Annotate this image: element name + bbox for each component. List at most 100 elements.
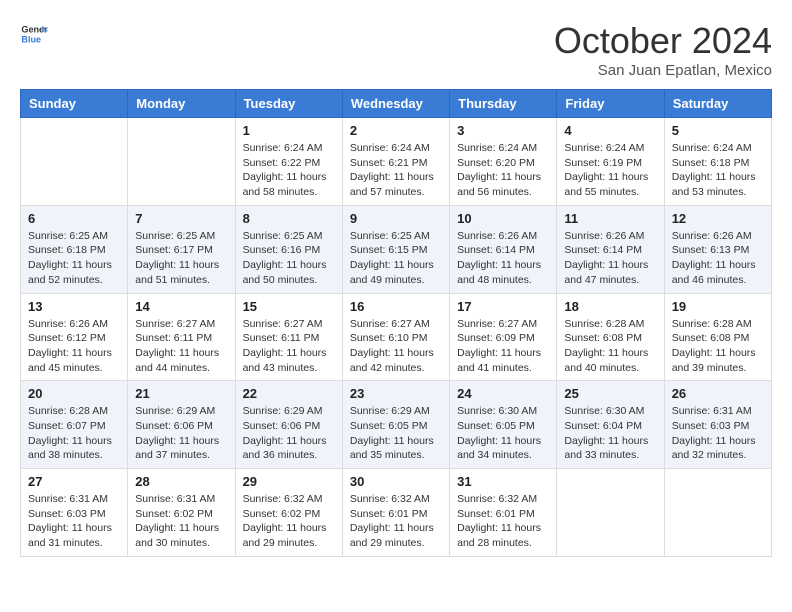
- calendar-day-cell: 1Sunrise: 6:24 AM Sunset: 6:22 PM Daylig…: [235, 118, 342, 206]
- calendar-day-cell: 10 Sunrise: 6:26 AM Sunset: 6:14 PM Dayli…: [450, 205, 557, 293]
- day-info: Sunrise: 6:26 AM Sunset: 6:14 PM Dayligh…: [457, 229, 549, 288]
- day-number: 10: [457, 211, 549, 226]
- day-info: Sunrise: 6:31 AM Sunset: 6:02 PM Dayligh…: [135, 492, 227, 551]
- day-number: 18: [564, 299, 656, 314]
- day-info: Sunrise: 6:29 AM Sunset: 6:06 PM Dayligh…: [243, 404, 335, 463]
- day-info: Sunrise: 6:28 AM Sunset: 6:08 PM Dayligh…: [672, 317, 764, 376]
- calendar-day-cell: 2 Sunrise: 6:24 AM Sunset: 6:21 PM Daylig…: [342, 118, 449, 206]
- calendar-week-row: 13 Sunrise: 6:26 AM Sunset: 6:12 PM Dayli…: [21, 293, 772, 381]
- day-info: Sunrise: 6:25 AM Sunset: 6:17 PM Dayligh…: [135, 229, 227, 288]
- day-number: 14: [135, 299, 227, 314]
- day-info: Sunrise: 6:24 AM Sunset: 6:19 PM Dayligh…: [564, 141, 656, 200]
- day-info: Sunrise: 6:29 AM Sunset: 6:05 PM Dayligh…: [350, 404, 442, 463]
- day-info: Sunrise: 6:24 AM Sunset: 6:18 PM Dayligh…: [672, 141, 764, 200]
- calendar-day-cell: 8Sunrise: 6:25 AM Sunset: 6:16 PM Daylig…: [235, 205, 342, 293]
- weekday-header-cell: Monday: [128, 90, 235, 118]
- day-number: 23: [350, 386, 442, 401]
- day-number: 19: [672, 299, 764, 314]
- calendar-day-cell: 16Sunrise: 6:27 AM Sunset: 6:10 PM Dayli…: [342, 293, 449, 381]
- calendar-day-cell: 21Sunrise: 6:29 AM Sunset: 6:06 PM Dayli…: [128, 381, 235, 469]
- day-number: 29: [243, 474, 335, 489]
- day-info: Sunrise: 6:28 AM Sunset: 6:07 PM Dayligh…: [28, 404, 120, 463]
- day-number: 24: [457, 386, 549, 401]
- day-number: 26: [672, 386, 764, 401]
- weekday-header-cell: Saturday: [664, 90, 771, 118]
- calendar-day-cell: 31 Sunrise: 6:32 AM Sunset: 6:01 PM Dayli…: [450, 469, 557, 557]
- day-info: Sunrise: 6:27 AM Sunset: 6:11 PM Dayligh…: [135, 317, 227, 376]
- calendar-day-cell: 25 Sunrise: 6:30 AM Sunset: 6:04 PM Dayli…: [557, 381, 664, 469]
- day-info: Sunrise: 6:32 AM Sunset: 6:01 PM Dayligh…: [350, 492, 442, 551]
- day-number: 30: [350, 474, 442, 489]
- day-number: 31: [457, 474, 549, 489]
- logo: General Blue: [20, 20, 48, 48]
- title-section: October 2024 San Juan Epatlan, Mexico: [554, 20, 772, 79]
- calendar-week-row: 1Sunrise: 6:24 AM Sunset: 6:22 PM Daylig…: [21, 118, 772, 206]
- location: San Juan Epatlan, Mexico: [554, 62, 772, 79]
- calendar-day-cell: 13 Sunrise: 6:26 AM Sunset: 6:12 PM Dayli…: [21, 293, 128, 381]
- day-number: 13: [28, 299, 120, 314]
- day-info: Sunrise: 6:28 AM Sunset: 6:08 PM Dayligh…: [564, 317, 656, 376]
- day-info: Sunrise: 6:30 AM Sunset: 6:05 PM Dayligh…: [457, 404, 549, 463]
- calendar-day-cell: 11Sunrise: 6:26 AM Sunset: 6:14 PM Dayli…: [557, 205, 664, 293]
- calendar-day-cell: 29 Sunrise: 6:32 AM Sunset: 6:02 PM Dayli…: [235, 469, 342, 557]
- day-number: 25: [564, 386, 656, 401]
- calendar-day-cell: 30 Sunrise: 6:32 AM Sunset: 6:01 PM Dayli…: [342, 469, 449, 557]
- day-info: Sunrise: 6:26 AM Sunset: 6:12 PM Dayligh…: [28, 317, 120, 376]
- day-info: Sunrise: 6:29 AM Sunset: 6:06 PM Dayligh…: [135, 404, 227, 463]
- calendar-day-cell: 14 Sunrise: 6:27 AM Sunset: 6:11 PM Dayli…: [128, 293, 235, 381]
- day-info: Sunrise: 6:26 AM Sunset: 6:13 PM Dayligh…: [672, 229, 764, 288]
- calendar-week-row: 20 Sunrise: 6:28 AM Sunset: 6:07 PM Dayli…: [21, 381, 772, 469]
- day-number: 16: [350, 299, 442, 314]
- day-number: 8: [243, 211, 335, 226]
- calendar-week-row: 6 Sunrise: 6:25 AM Sunset: 6:18 PM Daylig…: [21, 205, 772, 293]
- calendar-table: SundayMondayTuesdayWednesdayThursdayFrid…: [20, 89, 772, 557]
- calendar-day-cell: [128, 118, 235, 206]
- calendar-day-cell: 9 Sunrise: 6:25 AM Sunset: 6:15 PM Daylig…: [342, 205, 449, 293]
- calendar-day-cell: 7 Sunrise: 6:25 AM Sunset: 6:17 PM Daylig…: [128, 205, 235, 293]
- calendar-day-cell: 4 Sunrise: 6:24 AM Sunset: 6:19 PM Daylig…: [557, 118, 664, 206]
- day-number: 15: [243, 299, 335, 314]
- day-info: Sunrise: 6:32 AM Sunset: 6:02 PM Dayligh…: [243, 492, 335, 551]
- calendar-week-row: 27 Sunrise: 6:31 AM Sunset: 6:03 PM Dayli…: [21, 469, 772, 557]
- day-info: Sunrise: 6:24 AM Sunset: 6:20 PM Dayligh…: [457, 141, 549, 200]
- weekday-header-cell: Friday: [557, 90, 664, 118]
- day-number: 22: [243, 386, 335, 401]
- weekday-header-cell: Sunday: [21, 90, 128, 118]
- day-info: Sunrise: 6:32 AM Sunset: 6:01 PM Dayligh…: [457, 492, 549, 551]
- day-number: 1: [243, 123, 335, 138]
- weekday-header-cell: Thursday: [450, 90, 557, 118]
- calendar-day-cell: 28 Sunrise: 6:31 AM Sunset: 6:02 PM Dayli…: [128, 469, 235, 557]
- day-number: 7: [135, 211, 227, 226]
- calendar-day-cell: 6 Sunrise: 6:25 AM Sunset: 6:18 PM Daylig…: [21, 205, 128, 293]
- day-number: 17: [457, 299, 549, 314]
- svg-text:Blue: Blue: [21, 34, 41, 44]
- page-header: General Blue October 2024 San Juan Epatl…: [20, 20, 772, 79]
- weekday-header-cell: Tuesday: [235, 90, 342, 118]
- calendar-day-cell: 12 Sunrise: 6:26 AM Sunset: 6:13 PM Dayli…: [664, 205, 771, 293]
- day-info: Sunrise: 6:31 AM Sunset: 6:03 PM Dayligh…: [28, 492, 120, 551]
- calendar-day-cell: 26 Sunrise: 6:31 AM Sunset: 6:03 PM Dayli…: [664, 381, 771, 469]
- day-number: 5: [672, 123, 764, 138]
- day-number: 12: [672, 211, 764, 226]
- day-info: Sunrise: 6:24 AM Sunset: 6:21 PM Dayligh…: [350, 141, 442, 200]
- day-info: Sunrise: 6:31 AM Sunset: 6:03 PM Dayligh…: [672, 404, 764, 463]
- day-info: Sunrise: 6:25 AM Sunset: 6:15 PM Dayligh…: [350, 229, 442, 288]
- day-number: 2: [350, 123, 442, 138]
- calendar-day-cell: 23 Sunrise: 6:29 AM Sunset: 6:05 PM Dayli…: [342, 381, 449, 469]
- calendar-day-cell: 5 Sunrise: 6:24 AM Sunset: 6:18 PM Daylig…: [664, 118, 771, 206]
- day-number: 28: [135, 474, 227, 489]
- day-number: 27: [28, 474, 120, 489]
- calendar-day-cell: 15Sunrise: 6:27 AM Sunset: 6:11 PM Dayli…: [235, 293, 342, 381]
- calendar-day-cell: [21, 118, 128, 206]
- day-number: 4: [564, 123, 656, 138]
- weekday-header-cell: Wednesday: [342, 90, 449, 118]
- day-number: 9: [350, 211, 442, 226]
- day-number: 11: [564, 211, 656, 226]
- day-info: Sunrise: 6:25 AM Sunset: 6:18 PM Dayligh…: [28, 229, 120, 288]
- day-number: 6: [28, 211, 120, 226]
- calendar-day-cell: 27 Sunrise: 6:31 AM Sunset: 6:03 PM Dayli…: [21, 469, 128, 557]
- calendar-day-cell: [664, 469, 771, 557]
- day-info: Sunrise: 6:30 AM Sunset: 6:04 PM Dayligh…: [564, 404, 656, 463]
- day-number: 3: [457, 123, 549, 138]
- day-number: 20: [28, 386, 120, 401]
